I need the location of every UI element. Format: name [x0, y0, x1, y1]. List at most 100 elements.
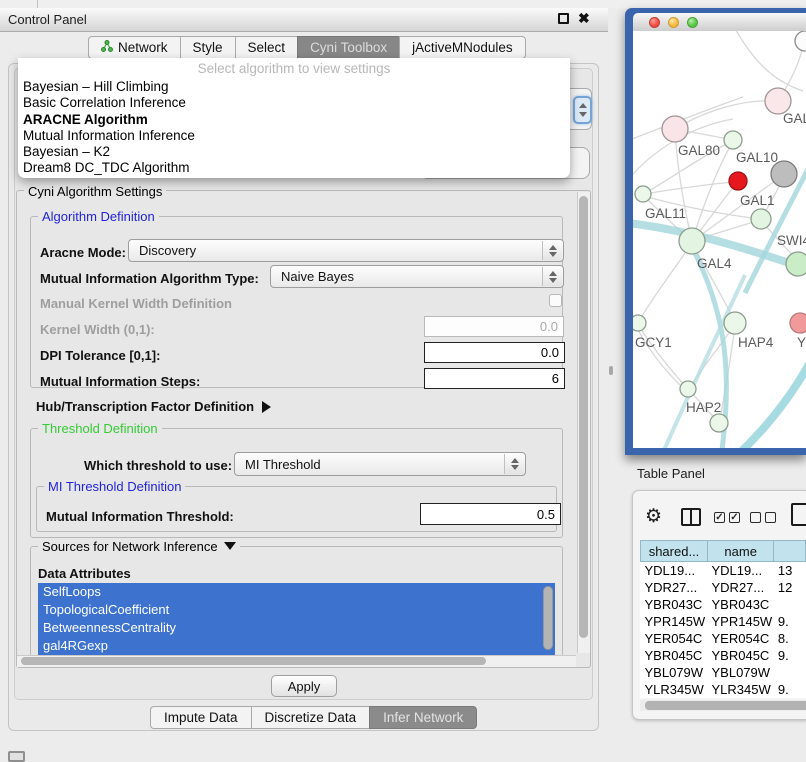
network-node[interactable] — [751, 209, 771, 229]
table-cell — [774, 596, 806, 613]
control-panel-titlebar — [0, 8, 608, 32]
minimize-traffic-light[interactable] — [668, 17, 679, 28]
node-label: SWI4 — [777, 233, 806, 248]
table-cell: YER054C — [708, 630, 774, 647]
dropdown-item[interactable]: Bayesian – Hill Climbing — [23, 79, 565, 95]
tab-cyni-toolbox[interactable]: Cyni Toolbox — [297, 36, 399, 59]
table-cell: YIL052C — [641, 698, 708, 699]
network-node[interactable] — [680, 381, 696, 397]
attribute-item[interactable]: TopologicalCoefficient — [38, 601, 555, 619]
tab-discretize-data[interactable]: Discretize Data — [251, 706, 370, 729]
data-attributes-list[interactable]: SelfLoopsTopologicalCoefficientBetweenne… — [38, 583, 555, 656]
dpi-tolerance-field[interactable]: 0.0 — [424, 342, 565, 363]
mi-threshold-field[interactable]: 0.5 — [420, 503, 561, 525]
gear-icon[interactable]: ⚙ — [645, 505, 662, 528]
sources-title: Sources for Network Inference — [42, 539, 218, 554]
dropdown-item[interactable]: Bayesian – K2 — [23, 144, 565, 160]
document-icon[interactable] — [791, 503, 806, 526]
network-node[interactable] — [795, 31, 806, 51]
tab-network[interactable]: Network — [88, 36, 180, 59]
splitter-handle[interactable] — [609, 366, 613, 375]
dropdown-item[interactable]: Dream8 DC_TDC Algorithm — [23, 160, 565, 176]
network-node[interactable] — [786, 252, 806, 276]
aracne-mode-select[interactable]: Discovery — [128, 239, 564, 262]
manual-kernel-checkbox[interactable] — [549, 294, 562, 307]
dropdown-item[interactable]: Mutual Information Inference — [23, 128, 565, 144]
focused-combo-stepper[interactable] — [573, 96, 592, 124]
which-threshold-label: Which threshold to use: — [84, 458, 232, 473]
attribute-item[interactable]: BetweennessCentrality — [38, 619, 555, 637]
checked-checkbox-icon[interactable]: ✓ — [729, 512, 740, 523]
unchecked-checkbox-icon[interactable] — [765, 512, 776, 523]
which-threshold-select[interactable]: MI Threshold — [234, 452, 526, 476]
table-cell: YLR345W — [708, 681, 774, 698]
aracne-mode-label: Aracne Mode: — [40, 245, 126, 260]
table-row[interactable]: YIL052CYIL052C9. — [641, 698, 806, 699]
checked-checkbox-icon[interactable]: ✓ — [714, 512, 725, 523]
columns-icon[interactable] — [681, 508, 701, 526]
float-window-icon[interactable] — [558, 13, 569, 24]
network-edge — [675, 101, 778, 129]
network-view-window[interactable]: GALGAL80GAL10GAL1GAL11SWI4GAL4GCY1HAP4YH… — [625, 8, 806, 455]
threshold-definition-title: Threshold Definition — [38, 421, 162, 436]
network-node[interactable] — [710, 414, 728, 432]
table-row[interactable]: YDL19...YDL19...13 — [641, 562, 806, 579]
hub-definition-expander[interactable]: Hub/Transcription Factor Definition — [36, 399, 271, 414]
table-row[interactable]: YBR045CYBR045C9. — [641, 647, 806, 664]
mi-threshold-definition-title: MI Threshold Definition — [44, 479, 185, 494]
tabbar: Network Style Select Cyni Toolbox jActiv… — [88, 36, 526, 59]
kernel-width-field[interactable]: 0.0 — [424, 316, 564, 337]
network-node[interactable] — [724, 312, 746, 334]
network-node[interactable] — [679, 228, 705, 254]
dropdown-item[interactable]: ARACNE Algorithm — [23, 112, 565, 128]
settings-vertical-scrollbar-thumb[interactable] — [579, 196, 588, 638]
table-header-cell[interactable]: name — [708, 541, 774, 562]
attributes-list-scrollbar[interactable] — [543, 586, 553, 650]
close-icon[interactable]: ✖ — [578, 10, 590, 27]
network-canvas[interactable]: GALGAL80GAL10GAL1GAL11SWI4GAL4GCY1HAP4YH… — [633, 31, 806, 448]
tab-style[interactable]: Style — [180, 36, 235, 59]
tab-jactivemnodules[interactable]: jActiveMNodules — [399, 36, 526, 59]
mi-type-select[interactable]: Naive Bayes — [270, 265, 564, 288]
kernel-width-label: Kernel Width (0,1): — [40, 322, 155, 337]
network-edge — [733, 31, 803, 91]
zoom-traffic-light[interactable] — [687, 17, 698, 28]
bottom-tabbar: Impute Data Discretize Data Infer Networ… — [150, 706, 477, 729]
tab-infer-network[interactable]: Infer Network — [369, 706, 477, 729]
sources-collapse-toggle[interactable]: Sources for Network Inference — [38, 539, 240, 554]
network-node[interactable] — [633, 315, 646, 331]
table-cell: YBL079W — [708, 664, 774, 681]
network-node[interactable] — [724, 131, 742, 149]
table-cell: 9. — [774, 698, 806, 699]
network-node[interactable] — [790, 313, 806, 333]
table-row[interactable]: YPR145WYPR145W9. — [641, 613, 806, 630]
network-node[interactable] — [635, 186, 651, 202]
table-row[interactable]: YDR27...YDR27...12 — [641, 579, 806, 596]
network-window-titlebar[interactable] — [633, 13, 806, 31]
collapse-down-icon — [224, 542, 236, 550]
tab-impute-data[interactable]: Impute Data — [150, 706, 251, 729]
table-row[interactable]: YER054CYER054C8. — [641, 630, 806, 647]
table-cell: 9. — [774, 613, 806, 630]
tab-select[interactable]: Select — [235, 36, 298, 59]
dropdown-item[interactable]: Basic Correlation Inference — [23, 95, 565, 111]
attribute-item[interactable]: SelfLoops — [38, 583, 555, 601]
network-node[interactable] — [662, 116, 688, 142]
table-header-cell[interactable]: shared... — [641, 541, 708, 562]
table-cell: 12 — [774, 579, 806, 596]
stepper-arrows-icon — [542, 241, 562, 260]
mi-steps-field[interactable]: 6 — [424, 368, 565, 389]
table-row[interactable]: YBL079WYBL079W — [641, 664, 806, 681]
table-horizontal-scrollbar-thumb[interactable] — [645, 701, 806, 710]
table-header-cell[interactable] — [774, 541, 806, 562]
apply-button[interactable]: Apply — [271, 675, 337, 697]
minimized-panel-icon[interactable] — [8, 751, 25, 762]
unchecked-checkbox-icon[interactable] — [750, 512, 761, 523]
table-row[interactable]: YLR345WYLR345W9. — [641, 681, 806, 698]
node-table: shared...nameYDL19...YDL19...13YDR27...Y… — [640, 540, 806, 698]
close-traffic-light[interactable] — [649, 17, 660, 28]
attribute-item[interactable]: gal4RGexp — [38, 637, 555, 655]
table-row[interactable]: YBR043CYBR043C — [641, 596, 806, 613]
network-node[interactable] — [729, 172, 747, 190]
settings-horizontal-scrollbar-thumb[interactable] — [21, 657, 486, 665]
